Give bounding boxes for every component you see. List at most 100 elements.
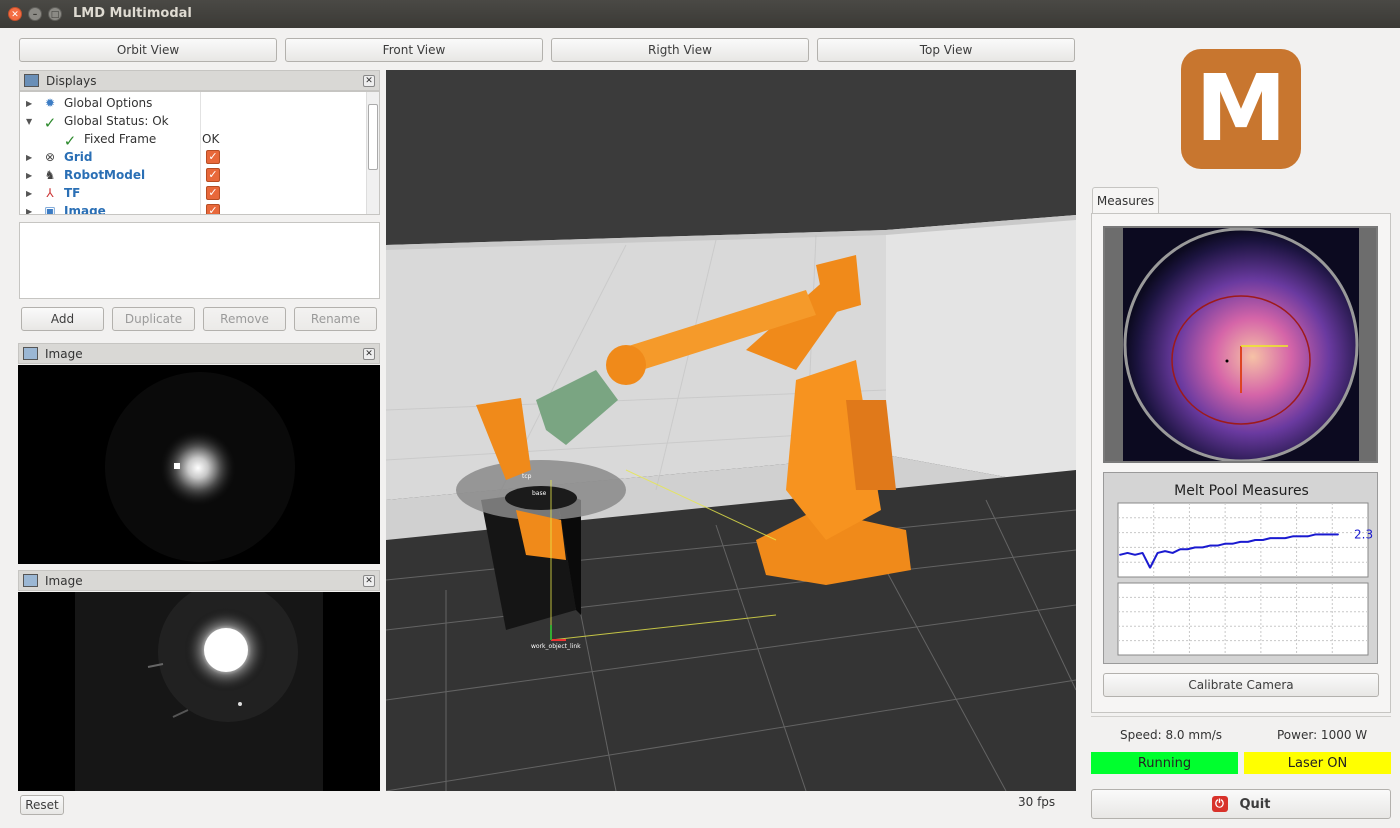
chart-point	[1224, 542, 1227, 545]
image-checkbox[interactable]: ✓	[206, 204, 220, 214]
chart-point	[1337, 533, 1339, 536]
chart-plot-area	[1117, 502, 1369, 578]
speed-readout: Speed: 8.0 mm/s	[1120, 728, 1223, 742]
melt-pool-chart: Melt Pool Measures 2.3	[1103, 472, 1378, 664]
image-panel-1-title: Image	[45, 346, 83, 361]
tf-checkbox[interactable]: ✓	[206, 186, 220, 200]
close-icon[interactable]: ✕	[363, 575, 375, 587]
orbit-view-button[interactable]: Orbit View	[19, 38, 277, 62]
quit-button[interactable]: ⏻ Quit	[1091, 789, 1391, 819]
displays-panel-header: Displays ✕	[19, 70, 380, 91]
checkmark-icon: ✓	[43, 114, 57, 132]
frame-label-base: base	[532, 490, 547, 497]
tree-item-tf[interactable]: ▶ ⅄ TF ✓	[20, 184, 368, 202]
tree-item-fixed-frame[interactable]: ✓ Fixed Frame OK	[20, 130, 368, 150]
melt-pool-image-1	[18, 365, 380, 564]
chart-point	[1291, 535, 1294, 538]
chart-point	[1276, 537, 1279, 540]
tree-item-label: Fixed Frame	[84, 132, 157, 146]
collapse-arrow-icon[interactable]: ▼	[26, 117, 32, 126]
chart-point	[1209, 544, 1212, 547]
grid-checkbox[interactable]: ✓	[206, 150, 220, 164]
3d-viewport[interactable]: tcp base work_object_link	[386, 70, 1076, 791]
tree-scrollbar[interactable]	[366, 92, 379, 214]
chart-point	[1254, 539, 1257, 541]
image-icon	[23, 347, 38, 360]
chart-point	[1186, 548, 1189, 551]
frame-label-tcp: tcp	[522, 473, 532, 480]
chart-point	[1314, 533, 1317, 536]
description-box	[19, 222, 380, 299]
expand-arrow-icon[interactable]: ▶	[26, 189, 32, 198]
robotmodel-checkbox[interactable]: ✓	[206, 168, 220, 182]
tree-item-label: Global Options	[64, 96, 153, 110]
calibrate-camera-button[interactable]: Calibrate Camera	[1103, 673, 1379, 697]
window-minimize-icon[interactable]: –	[28, 7, 42, 21]
expand-arrow-icon[interactable]: ▶	[26, 171, 32, 180]
frame-label-work-object: work_object_link	[531, 643, 581, 650]
window-title: LMD Multimodal	[73, 6, 192, 21]
tree-item-label: TF	[64, 186, 81, 200]
reset-button[interactable]: Reset	[20, 795, 64, 815]
chart-point	[1149, 566, 1151, 569]
close-icon[interactable]: ✕	[363, 348, 375, 360]
chart-plot-area	[1117, 582, 1369, 656]
tree-item-global-status[interactable]: ▼ ✓ Global Status: Ok	[20, 112, 368, 132]
grid-icon: ⊗	[44, 150, 56, 164]
chart-point	[1246, 540, 1249, 543]
window-close-icon[interactable]: ✕	[8, 7, 22, 21]
window-maximize-icon[interactable]: □	[48, 7, 62, 21]
right-view-button[interactable]: Rigth View	[551, 38, 809, 62]
chart-point	[1119, 553, 1121, 556]
chart-value-label: 2.3	[1354, 527, 1373, 541]
title-bar: ✕ – □ LMD Multimodal	[0, 0, 1400, 28]
chart-point	[1134, 553, 1136, 556]
displays-tree[interactable]: ▶ ✹ Global Options ▼ ✓ Global Status: Ok…	[19, 91, 380, 215]
tree-item-label: Grid	[64, 150, 93, 164]
chart-point	[1194, 546, 1197, 549]
duplicate-button[interactable]: Duplicate	[112, 307, 195, 331]
chart-point	[1284, 537, 1287, 540]
tree-item-grid[interactable]: ▶ ⊗ Grid ✓	[20, 148, 368, 166]
chart-point	[1179, 548, 1182, 551]
chart-point	[1307, 535, 1309, 538]
chart-point	[1299, 535, 1302, 538]
top-view-button[interactable]: Top View	[817, 38, 1075, 62]
app-logo: M	[1181, 49, 1301, 169]
melt-pool-image-2	[18, 592, 380, 791]
monitor-icon	[24, 74, 39, 87]
fixed-frame-value: OK	[202, 132, 220, 146]
chart-point	[1171, 552, 1174, 554]
tab-measures[interactable]: Measures	[1092, 187, 1159, 214]
fps-counter: 30 fps	[1018, 795, 1056, 809]
chart-point	[1141, 552, 1144, 554]
close-icon[interactable]: ✕	[363, 75, 375, 87]
tree-item-robotmodel[interactable]: ▶ ♞ RobotModel ✓	[20, 166, 368, 184]
front-view-button[interactable]: Front View	[285, 38, 543, 62]
expand-arrow-icon[interactable]: ▶	[26, 207, 32, 215]
chart-point	[1261, 539, 1264, 541]
tree-item-label: Global Status: Ok	[64, 114, 169, 128]
chart-point	[1201, 546, 1204, 549]
add-button[interactable]: Add	[21, 307, 104, 331]
chart-point	[1231, 542, 1234, 545]
power-icon: ⏻	[1211, 796, 1228, 812]
running-status: Running	[1091, 752, 1238, 774]
rename-button[interactable]: Rename	[294, 307, 377, 331]
expand-arrow-icon[interactable]: ▶	[26, 99, 32, 108]
axes-icon: ⅄	[46, 186, 54, 200]
image-icon: ▣	[44, 204, 56, 215]
image-panel-1-header: Image ✕	[18, 343, 380, 364]
remove-button[interactable]: Remove	[203, 307, 286, 331]
displays-panel-title: Displays	[46, 73, 97, 88]
quit-label: Quit	[1239, 796, 1271, 812]
chart-point	[1164, 550, 1167, 552]
laser-status: Laser ON	[1244, 752, 1391, 774]
tree-item-global-options[interactable]: ▶ ✹ Global Options	[20, 94, 368, 112]
expand-arrow-icon[interactable]: ▶	[26, 153, 32, 162]
tree-item-image[interactable]: ▶ ▣ Image ✓	[20, 202, 368, 215]
robot-icon: ♞	[44, 168, 56, 182]
image-icon	[23, 574, 38, 587]
image-panel-2-title: Image	[45, 573, 83, 588]
melt-pool-camera-view	[1103, 226, 1378, 463]
